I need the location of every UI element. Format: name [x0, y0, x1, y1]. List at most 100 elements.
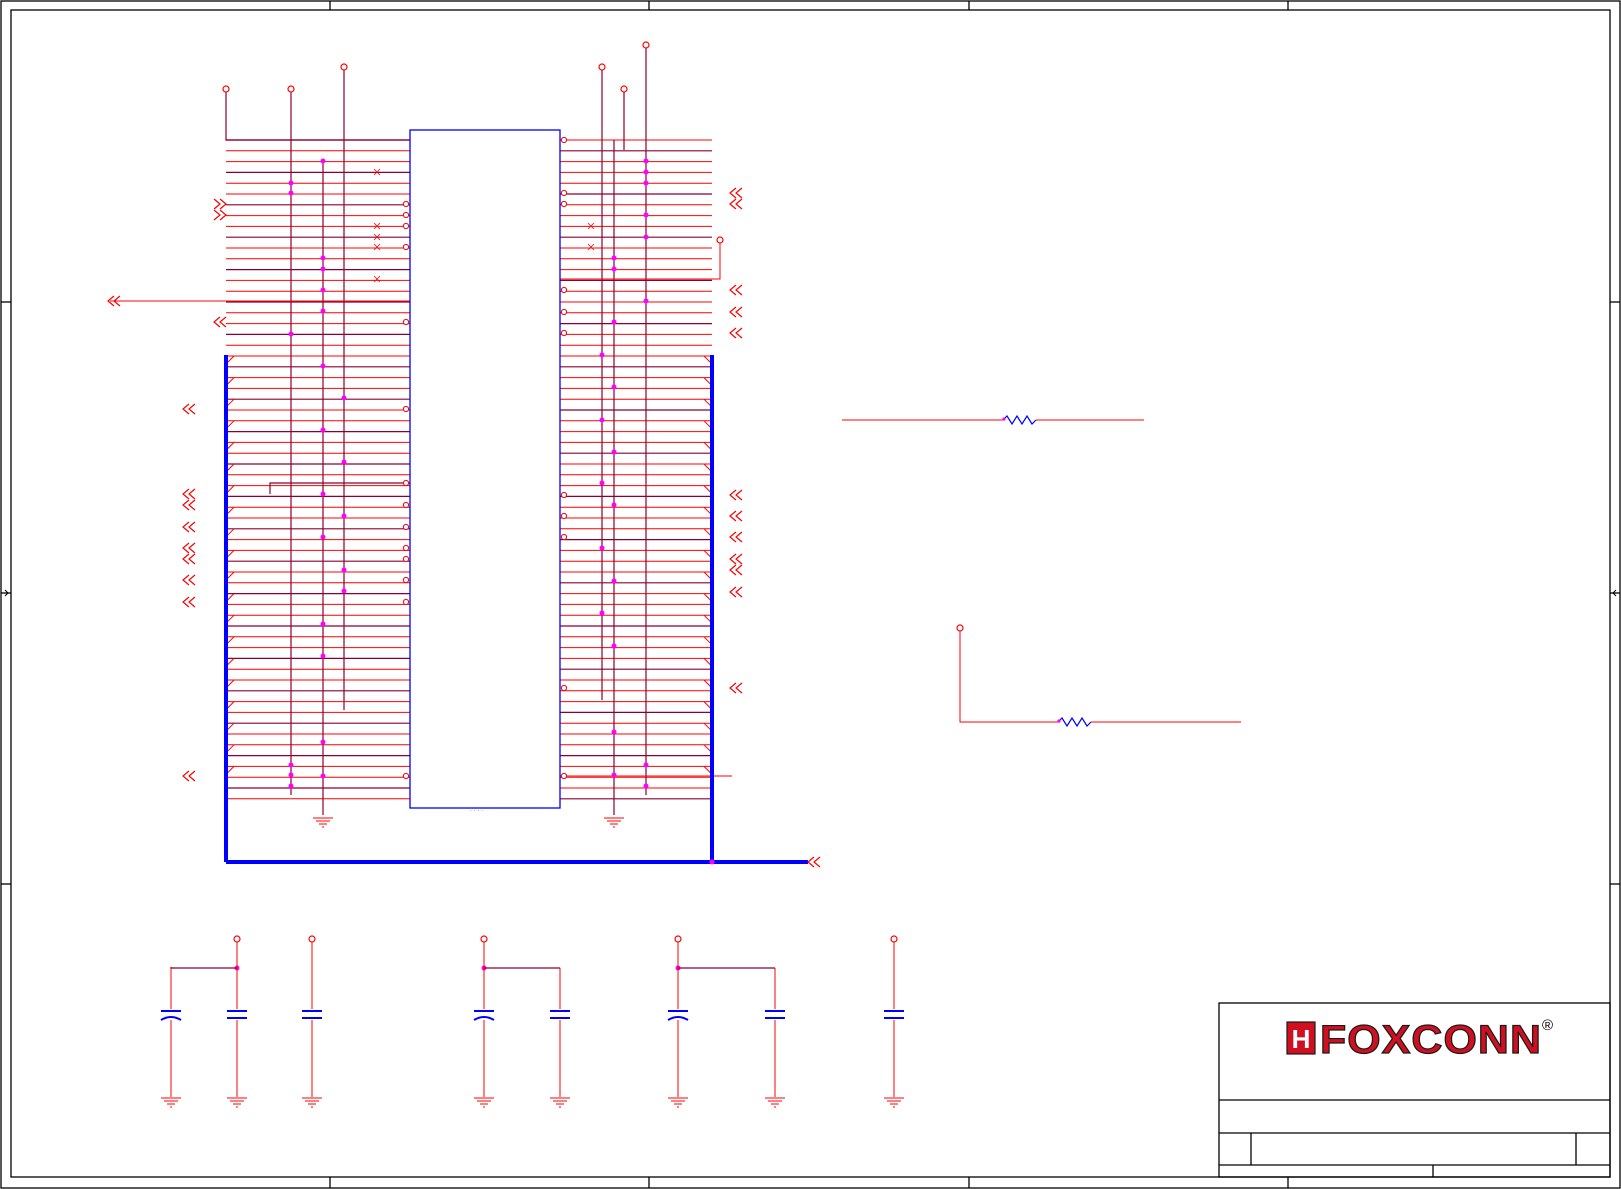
offpage-arrow-icon: [807, 856, 821, 868]
junction-dot: [599, 610, 605, 616]
schematic-sheet: · · · · H FOXCONN ®: [0, 0, 1621, 1189]
pin-circle: [560, 684, 568, 692]
offpage-arrow-icon: [729, 510, 743, 522]
offpage-arrow-icon: [182, 403, 196, 415]
junction-dot: [599, 352, 605, 358]
junction-dot: [611, 578, 617, 584]
offpage-arrow-icon: [729, 187, 743, 199]
resistor-r1: [842, 414, 1144, 426]
junction-dot: [320, 158, 326, 164]
offpage-arrow-icon: [182, 542, 196, 554]
junction-dot: [643, 169, 649, 175]
vcc-port-icon: [716, 236, 724, 244]
junction-dot: [341, 588, 347, 594]
title-block: H FOXCONN ®: [1218, 1002, 1611, 1178]
pin-circle: [560, 329, 568, 337]
pin-circle: [560, 533, 568, 541]
junction-dot: [320, 266, 326, 272]
junction-dot: [643, 180, 649, 186]
junction-dot: [320, 287, 326, 293]
pin-circle: [402, 479, 410, 487]
junction-dot: [320, 363, 326, 369]
junction-dot: [320, 739, 326, 745]
capacitor-icon: [302, 942, 322, 1097]
offpage-arrow-icon: [729, 682, 743, 694]
vcc-port-icon: [642, 41, 650, 49]
pin-circle: [402, 772, 410, 780]
pin-circle: [560, 286, 568, 294]
connector-footer-mark: · · · ·: [470, 808, 483, 814]
junction-dot: [288, 783, 294, 789]
cap-tie-wire: [170, 967, 237, 969]
junction-dot: [288, 762, 294, 768]
vcc-port-icon: [598, 63, 606, 71]
junction-dot: [288, 190, 294, 196]
offpage-arrow-icon: [729, 284, 743, 296]
offpage-arrow-icon: [182, 499, 196, 511]
ground-icon: [550, 1097, 570, 1108]
vcc-port-icon: [890, 935, 898, 943]
pin-circle: [402, 598, 410, 606]
offpage-arrow-icon: [729, 531, 743, 543]
offpage-arrow-icon: [213, 316, 227, 328]
junction-dot: [643, 298, 649, 304]
junction-dot: [643, 783, 649, 789]
junction-dot: [599, 480, 605, 486]
offpage-arrow-icon: [729, 306, 743, 318]
vcc-port-icon: [287, 85, 295, 93]
offpage-arrow-icon: [213, 209, 227, 221]
pin-circle: [402, 211, 410, 219]
junction-dot: [341, 567, 347, 573]
pin-circle: [560, 491, 568, 499]
offpage-arrow-icon: [729, 327, 743, 339]
foxconn-logo: H FOXCONN ®: [1286, 1017, 1553, 1063]
pin-circle: [402, 243, 410, 251]
capacitor-icon: [765, 968, 785, 1097]
ground-icon: [668, 1097, 688, 1108]
vcc-port-icon: [620, 85, 628, 93]
pin-circle: [560, 189, 568, 197]
ground-icon: [302, 1097, 322, 1108]
resistor-r2: [956, 624, 1241, 728]
capacitor-icon: [884, 942, 904, 1097]
pin-circle: [402, 200, 410, 208]
capacitor-icon: [473, 968, 495, 1097]
vcc-port-icon: [233, 935, 241, 943]
junction-dot: [320, 621, 326, 627]
junction-dot: [599, 417, 605, 423]
pin-circle: [402, 405, 410, 413]
junction-dot: [611, 502, 617, 508]
junction-dot: [341, 395, 347, 401]
offpage-arrow-icon: [182, 521, 196, 533]
junction-dot: [288, 772, 294, 778]
junction-dot: [320, 653, 326, 659]
offpage-arrow-icon: [729, 564, 743, 576]
junction-dot: [320, 427, 326, 433]
junction-dot: [320, 534, 326, 540]
pin-circle: [560, 308, 568, 316]
pin-circle: [402, 222, 410, 230]
junction-dot: [643, 762, 649, 768]
vcc-port-icon: [480, 935, 488, 943]
pin-circle: [560, 200, 568, 208]
junction-dot: [288, 331, 294, 337]
ground-icon: [161, 1097, 181, 1108]
logo-mark: H: [1292, 1024, 1311, 1054]
offpage-arrow-icon: [182, 488, 196, 500]
connector-body: [409, 129, 561, 809]
junction-dot: [288, 180, 294, 186]
registered-mark: ®: [1542, 1017, 1553, 1034]
pin-circle: [402, 576, 410, 584]
offpage-arrow-icon: [182, 574, 196, 586]
junction-dot: [320, 773, 326, 779]
offpage-arrow-icon: [729, 586, 743, 598]
capacitor-icon: [550, 968, 570, 1097]
junction-dot: [341, 459, 347, 465]
vcc-port-icon: [340, 63, 348, 71]
ground-icon: [765, 1097, 785, 1108]
ground-icon: [474, 1097, 494, 1108]
pin-circle: [560, 512, 568, 520]
ground-icon: [227, 1097, 247, 1108]
pin-circle: [560, 772, 568, 780]
vcc-feed-wire: [225, 90, 410, 141]
